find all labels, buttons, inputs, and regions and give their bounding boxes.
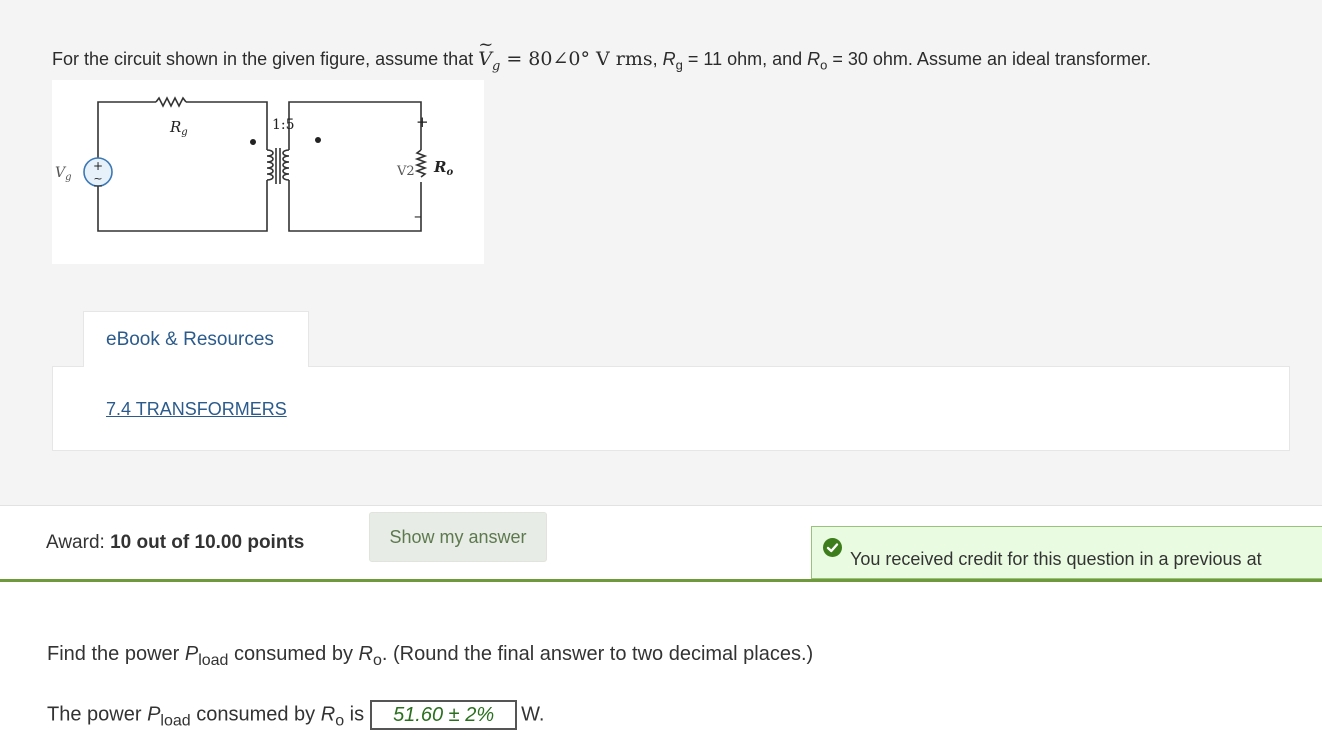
v2-label: V2 <box>396 164 415 179</box>
ebook-tab-label: eBook & Resources <box>106 329 274 350</box>
transformer-circuit-diagram: + ~ Rg 1:5 Vg + – V2 Ro <box>55 96 453 232</box>
rg-symbol: R <box>662 49 676 69</box>
answer-statement: The power Pload consumed by Ro is 51.60 ±… <box>47 700 544 730</box>
problem-intro: For the circuit shown in the given figur… <box>52 49 479 69</box>
ro-symbol: R <box>807 49 821 69</box>
transformers-link[interactable]: 7.4 TRANSFORMERS <box>106 399 287 420</box>
circuit-figure: + ~ Rg 1:5 Vg + – V2 Ro <box>52 80 484 264</box>
credit-notice: You received credit for this question in… <box>811 526 1322 579</box>
vg-math: Vg = 80∠0° V rms <box>478 34 652 74</box>
award-label: Award: <box>46 532 111 553</box>
turns-ratio: 1:5 <box>272 117 295 133</box>
secondary-dot <box>315 137 321 143</box>
question-panel: For the circuit shown in the given figur… <box>0 0 1322 506</box>
resources-panel: 7.4 TRANSFORMERS <box>52 366 1290 451</box>
award-value: 10 out of 10.00 points <box>110 532 305 553</box>
source-plus: + <box>93 159 103 173</box>
section-divider <box>0 579 1322 582</box>
svg-text:~: ~ <box>93 172 102 185</box>
answer-field[interactable]: 51.60 ± 2% <box>370 700 518 730</box>
question-prompt: Find the power Pload consumed by Ro. (Ro… <box>47 643 814 669</box>
vg-label: Vg <box>55 165 72 183</box>
show-answer-button[interactable]: Show my answer <box>369 512 547 562</box>
rg-label: Rg <box>169 118 188 138</box>
tab-ebook-resources[interactable]: eBook & Resources <box>83 311 309 367</box>
minus-label: – <box>414 207 422 225</box>
credit-message: You received credit for this question in… <box>850 549 1262 569</box>
plus-label: + <box>416 113 429 131</box>
award-score: Award: 10 out of 10.00 points <box>46 532 304 554</box>
check-circle-icon <box>823 538 842 557</box>
primary-dot <box>250 139 256 145</box>
ro-label: Ro <box>433 158 453 178</box>
problem-statement: For the circuit shown in the given figur… <box>52 34 1151 74</box>
answer-unit: W. <box>521 703 545 726</box>
